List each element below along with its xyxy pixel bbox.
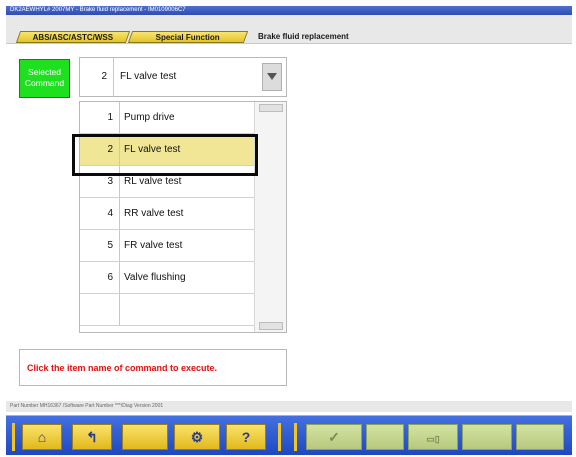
blank-button-3[interactable] [462,424,512,450]
tab-brake-fluid-replacement[interactable]: Brake fluid replacement [258,31,378,43]
tab-abs-asc-astc-wss[interactable]: ABS/ASC/ASTC/WSS [15,31,131,43]
list-item-valve-flushing[interactable]: 6 Valve flushing [80,262,254,294]
list-item-fl-valve-test[interactable]: 2 FL valve test [80,134,254,166]
help-icon: ? [241,429,251,445]
list-item-number: 4 [80,198,120,229]
list-item-rr-valve-test[interactable]: 4 RR valve test [80,198,254,230]
home-button[interactable]: ⌂ [22,424,62,450]
instruction-message: Click the item name of command to execut… [19,349,287,386]
tab-bar: ABS/ASC/ASTC/WSS Special Function Brake … [6,15,572,44]
list-scrollbar[interactable] [254,102,286,332]
list-item-label[interactable]: RL valve test [124,166,181,197]
list-item-label[interactable]: Valve flushing [124,262,186,293]
list-item-number: 6 [80,262,120,293]
check-icon: ✓ [328,429,340,445]
scroll-down-button[interactable] [259,322,283,330]
list-item-pump-drive[interactable]: 1 Pump drive [80,102,254,134]
tab-label: Special Function [155,33,220,42]
toolbar-separator [278,423,281,451]
tool-icon: ⚙ [190,429,204,445]
command-list: 1 Pump drive 2 FL valve test 3 RL valve … [79,101,287,333]
blank-button-4[interactable] [516,424,564,450]
list-item-empty [80,294,254,326]
toolbar-separator [12,423,15,451]
list-item-number [80,294,120,325]
tab-special-function[interactable]: Special Function [127,31,249,43]
tab-label: ABS/ASC/ASTC/WSS [32,33,113,42]
list-item-rl-valve-test[interactable]: 3 RL valve test [80,166,254,198]
scroll-up-button[interactable] [259,104,283,112]
compare-icon: ▭▯ [426,434,440,444]
list-item-label[interactable]: FR valve test [124,230,182,261]
blank-button-2[interactable] [366,424,404,450]
app-window: DK2AEWHYL# 2007MY - Brake fluid replacem… [0,0,576,457]
list-item-label[interactable]: Pump drive [124,102,175,133]
list-item-number: 2 [80,134,120,165]
up-icon: ↰ [86,429,98,445]
selected-command-value: FL valve test [120,71,177,82]
home-icon: ⌂ [37,429,47,445]
list-item-fr-valve-test[interactable]: 5 FR valve test [80,230,254,262]
dropdown-arrow-button[interactable] [262,63,282,91]
list-item-label[interactable]: RR valve test [124,198,183,229]
window-title: DK2AEWHYL# 2007MY - Brake fluid replacem… [6,6,572,15]
command-select[interactable]: 2 FL valve test [79,57,287,97]
toolbar-separator [294,423,297,451]
blank-button-1[interactable] [122,424,168,450]
selected-command-label: Selected Command [19,59,70,98]
selected-command-number: 2 [80,58,114,96]
execute-button[interactable]: ✓ [306,424,362,450]
chevron-down-icon [267,73,277,80]
compare-button[interactable]: ▭▯ [408,424,458,450]
part-number-bar: Part Number MH16367 /Software Part Numbe… [6,401,572,412]
back-button[interactable]: ↰ [72,424,112,450]
list-item-label[interactable]: FL valve test [124,134,180,165]
selected-command-line2: Command [24,78,65,88]
help-button[interactable]: ? [226,424,266,450]
bottom-toolbar: ⌂ ↰ ⚙ ? ✓ ▭▯ [6,415,572,455]
list-item-number: 5 [80,230,120,261]
list-item-number: 3 [80,166,120,197]
selected-command-line1: Selected [27,67,62,77]
list-item-number: 1 [80,102,120,133]
tool-button[interactable]: ⚙ [174,424,220,450]
